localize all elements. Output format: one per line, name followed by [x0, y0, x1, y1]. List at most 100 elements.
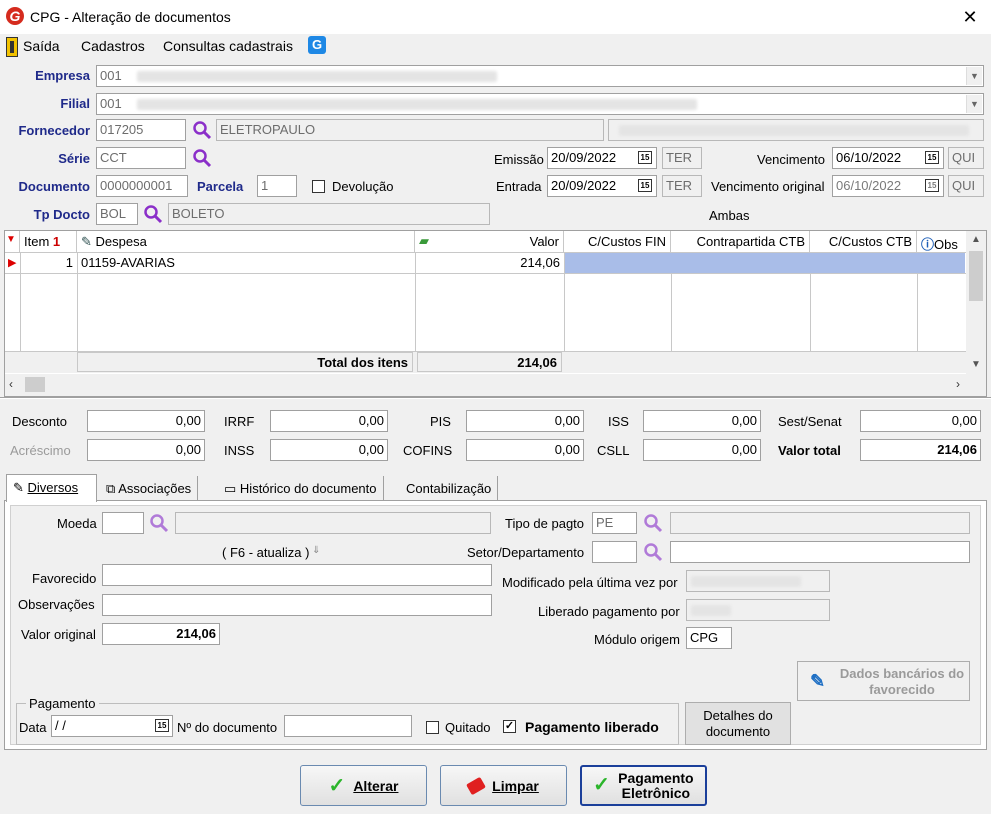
- alterar-button[interactable]: ✓ Alterar: [300, 765, 427, 806]
- setor-field[interactable]: [592, 541, 637, 563]
- chevron-down-icon[interactable]: ▼: [966, 67, 982, 85]
- pagamento-eletronico-button[interactable]: ✓ Pagamento Eletrônico: [580, 765, 707, 806]
- csll-field[interactable]: 0,00: [643, 439, 761, 461]
- cofins-label: COFINS: [403, 443, 453, 458]
- favorecido-field[interactable]: [102, 564, 492, 586]
- tipo-pagto-field[interactable]: PE: [592, 512, 637, 534]
- valor-total-label: Valor total: [778, 443, 841, 458]
- inss-field[interactable]: 0,00: [270, 439, 388, 461]
- observacoes-field[interactable]: [102, 594, 492, 616]
- desconto-label: Desconto: [12, 414, 67, 429]
- emissao-date-field[interactable]: 20/09/2022 15: [547, 147, 657, 169]
- col-valor-header[interactable]: ▰ Valor: [415, 231, 564, 253]
- moeda-label: Moeda: [57, 516, 97, 531]
- sest-field[interactable]: 0,00: [860, 410, 981, 432]
- row-selected-cells[interactable]: [565, 253, 965, 273]
- fornecedor-label: Fornecedor: [18, 123, 90, 138]
- irrf-field[interactable]: 0,00: [270, 410, 388, 432]
- modificado-label: Modificado pela última vez por: [502, 575, 678, 590]
- col-obs-header[interactable]: ⓘObs: [917, 231, 967, 253]
- moeda-field[interactable]: [102, 512, 144, 534]
- parcela-field[interactable]: 1: [257, 175, 297, 197]
- scroll-down-icon[interactable]: ▼: [966, 356, 986, 374]
- quitado-checkbox[interactable]: [426, 721, 439, 734]
- ndoc-field[interactable]: [284, 715, 412, 737]
- tab-diversos[interactable]: ✎ Diversos: [6, 474, 97, 502]
- tipo-pagto-label: Tipo de pagto: [505, 516, 585, 531]
- scroll-left-icon[interactable]: ‹: [9, 377, 13, 391]
- pagamento-data-field[interactable]: / /15: [51, 715, 173, 737]
- empresa-select[interactable]: 001 ▼: [96, 65, 984, 87]
- limpar-button[interactable]: Limpar: [440, 765, 567, 806]
- quitado-label: Quitado: [445, 720, 491, 735]
- tab-contabilizacao[interactable]: Contabilização: [400, 476, 499, 502]
- search-icon[interactable]: [143, 204, 163, 224]
- row-despesa-cell[interactable]: 01159-AVARIAS: [77, 253, 415, 273]
- search-icon[interactable]: [192, 120, 212, 140]
- search-icon[interactable]: [192, 148, 212, 168]
- col-despesa-header[interactable]: ✎ Despesa: [77, 231, 415, 253]
- pagamento-liberado-label: Pagamento liberado: [525, 719, 659, 735]
- chevron-down-icon[interactable]: ▼: [966, 95, 982, 113]
- pagamento-liberado-checkbox[interactable]: ✓: [503, 720, 516, 733]
- devolucao-checkbox[interactable]: [312, 180, 325, 193]
- ndoc-label: Nº do documento: [177, 720, 278, 735]
- tpdocto-code-field[interactable]: BOL: [96, 203, 138, 225]
- moeda-name-field: [175, 512, 491, 534]
- menu-consultas-cadastrais[interactable]: Consultas cadastrais: [163, 38, 293, 54]
- calendar-icon[interactable]: 15: [925, 151, 939, 164]
- col-item-header[interactable]: Item 1: [20, 231, 77, 253]
- total-itens-value: 214,06: [417, 352, 562, 372]
- sest-label: Sest/Senat: [778, 414, 842, 429]
- calendar-icon[interactable]: 15: [638, 151, 652, 164]
- exit-door-icon[interactable]: [6, 37, 18, 57]
- items-grid[interactable]: ▼ Item 1 ✎ Despesa ▰ Valor C/Custos FIN C…: [4, 230, 987, 397]
- search-icon[interactable]: [149, 513, 169, 533]
- tab-historico[interactable]: ▭ Histórico do documento: [218, 476, 384, 502]
- col-cc-fin-header[interactable]: C/Custos FIN: [564, 231, 671, 253]
- hscroll-thumb[interactable]: [25, 377, 45, 392]
- liberado-field: [686, 599, 830, 621]
- serie-field[interactable]: CCT: [96, 147, 186, 169]
- vencimento-date-field[interactable]: 06/10/2022 15: [832, 147, 944, 169]
- scroll-up-icon[interactable]: ▲: [966, 231, 986, 249]
- acrescimo-field[interactable]: 0,00: [87, 439, 205, 461]
- fornecedor-name-field: ELETROPAULO: [216, 119, 604, 141]
- close-icon[interactable]: ✕: [958, 6, 982, 28]
- favorecido-label: Favorecido: [32, 571, 97, 586]
- iss-field[interactable]: 0,00: [643, 410, 761, 432]
- documento-field[interactable]: 0000000001: [96, 175, 188, 197]
- search-icon[interactable]: [643, 513, 663, 533]
- search-icon[interactable]: [643, 542, 663, 562]
- pis-field[interactable]: 0,00: [466, 410, 584, 432]
- dados-bancarios-button[interactable]: ✎ Dados bancários do favorecido: [797, 661, 970, 701]
- row-valor-cell[interactable]: 214,06: [415, 253, 564, 273]
- scroll-right-icon[interactable]: ›: [956, 377, 960, 391]
- detalhes-documento-button[interactable]: Detalhes do documento: [685, 702, 791, 745]
- fornecedor-code-field[interactable]: 017205: [96, 119, 186, 141]
- vertical-scrollbar[interactable]: ▲ ▼: [966, 231, 986, 374]
- row-item-cell[interactable]: 1: [20, 253, 77, 273]
- ambas-label: Ambas: [709, 208, 750, 223]
- checkmark-icon: ✓: [593, 774, 610, 796]
- desconto-field[interactable]: 0,00: [87, 410, 205, 432]
- entrada-date-field[interactable]: 20/09/2022 15: [547, 175, 657, 197]
- filial-select[interactable]: 001 ▼: [96, 93, 984, 115]
- emissao-day: TER: [662, 147, 702, 169]
- vencimento-label: Vencimento: [757, 152, 825, 167]
- g-app-icon[interactable]: G: [308, 36, 326, 54]
- calendar-icon[interactable]: 15: [155, 719, 169, 732]
- tab-associacoes[interactable]: ⧉ Associações: [100, 476, 199, 502]
- setor-name-field[interactable]: [670, 541, 970, 563]
- f6-hint: ( F6 - atualiza ): [222, 545, 310, 560]
- arrow-down-icon: ⇓: [312, 545, 321, 556]
- cofins-field[interactable]: 0,00: [466, 439, 584, 461]
- menu-saida[interactable]: Saída: [23, 38, 60, 54]
- calendar-icon[interactable]: 15: [638, 179, 652, 192]
- menu-bar: [0, 34, 991, 60]
- col-cc-ctb-header[interactable]: C/Custos CTB: [810, 231, 917, 253]
- scrollbar-thumb[interactable]: [969, 251, 983, 301]
- horizontal-scrollbar[interactable]: ‹ ›: [5, 374, 986, 396]
- col-contrapartida-header[interactable]: Contrapartida CTB: [671, 231, 810, 253]
- menu-cadastros[interactable]: Cadastros: [81, 38, 145, 54]
